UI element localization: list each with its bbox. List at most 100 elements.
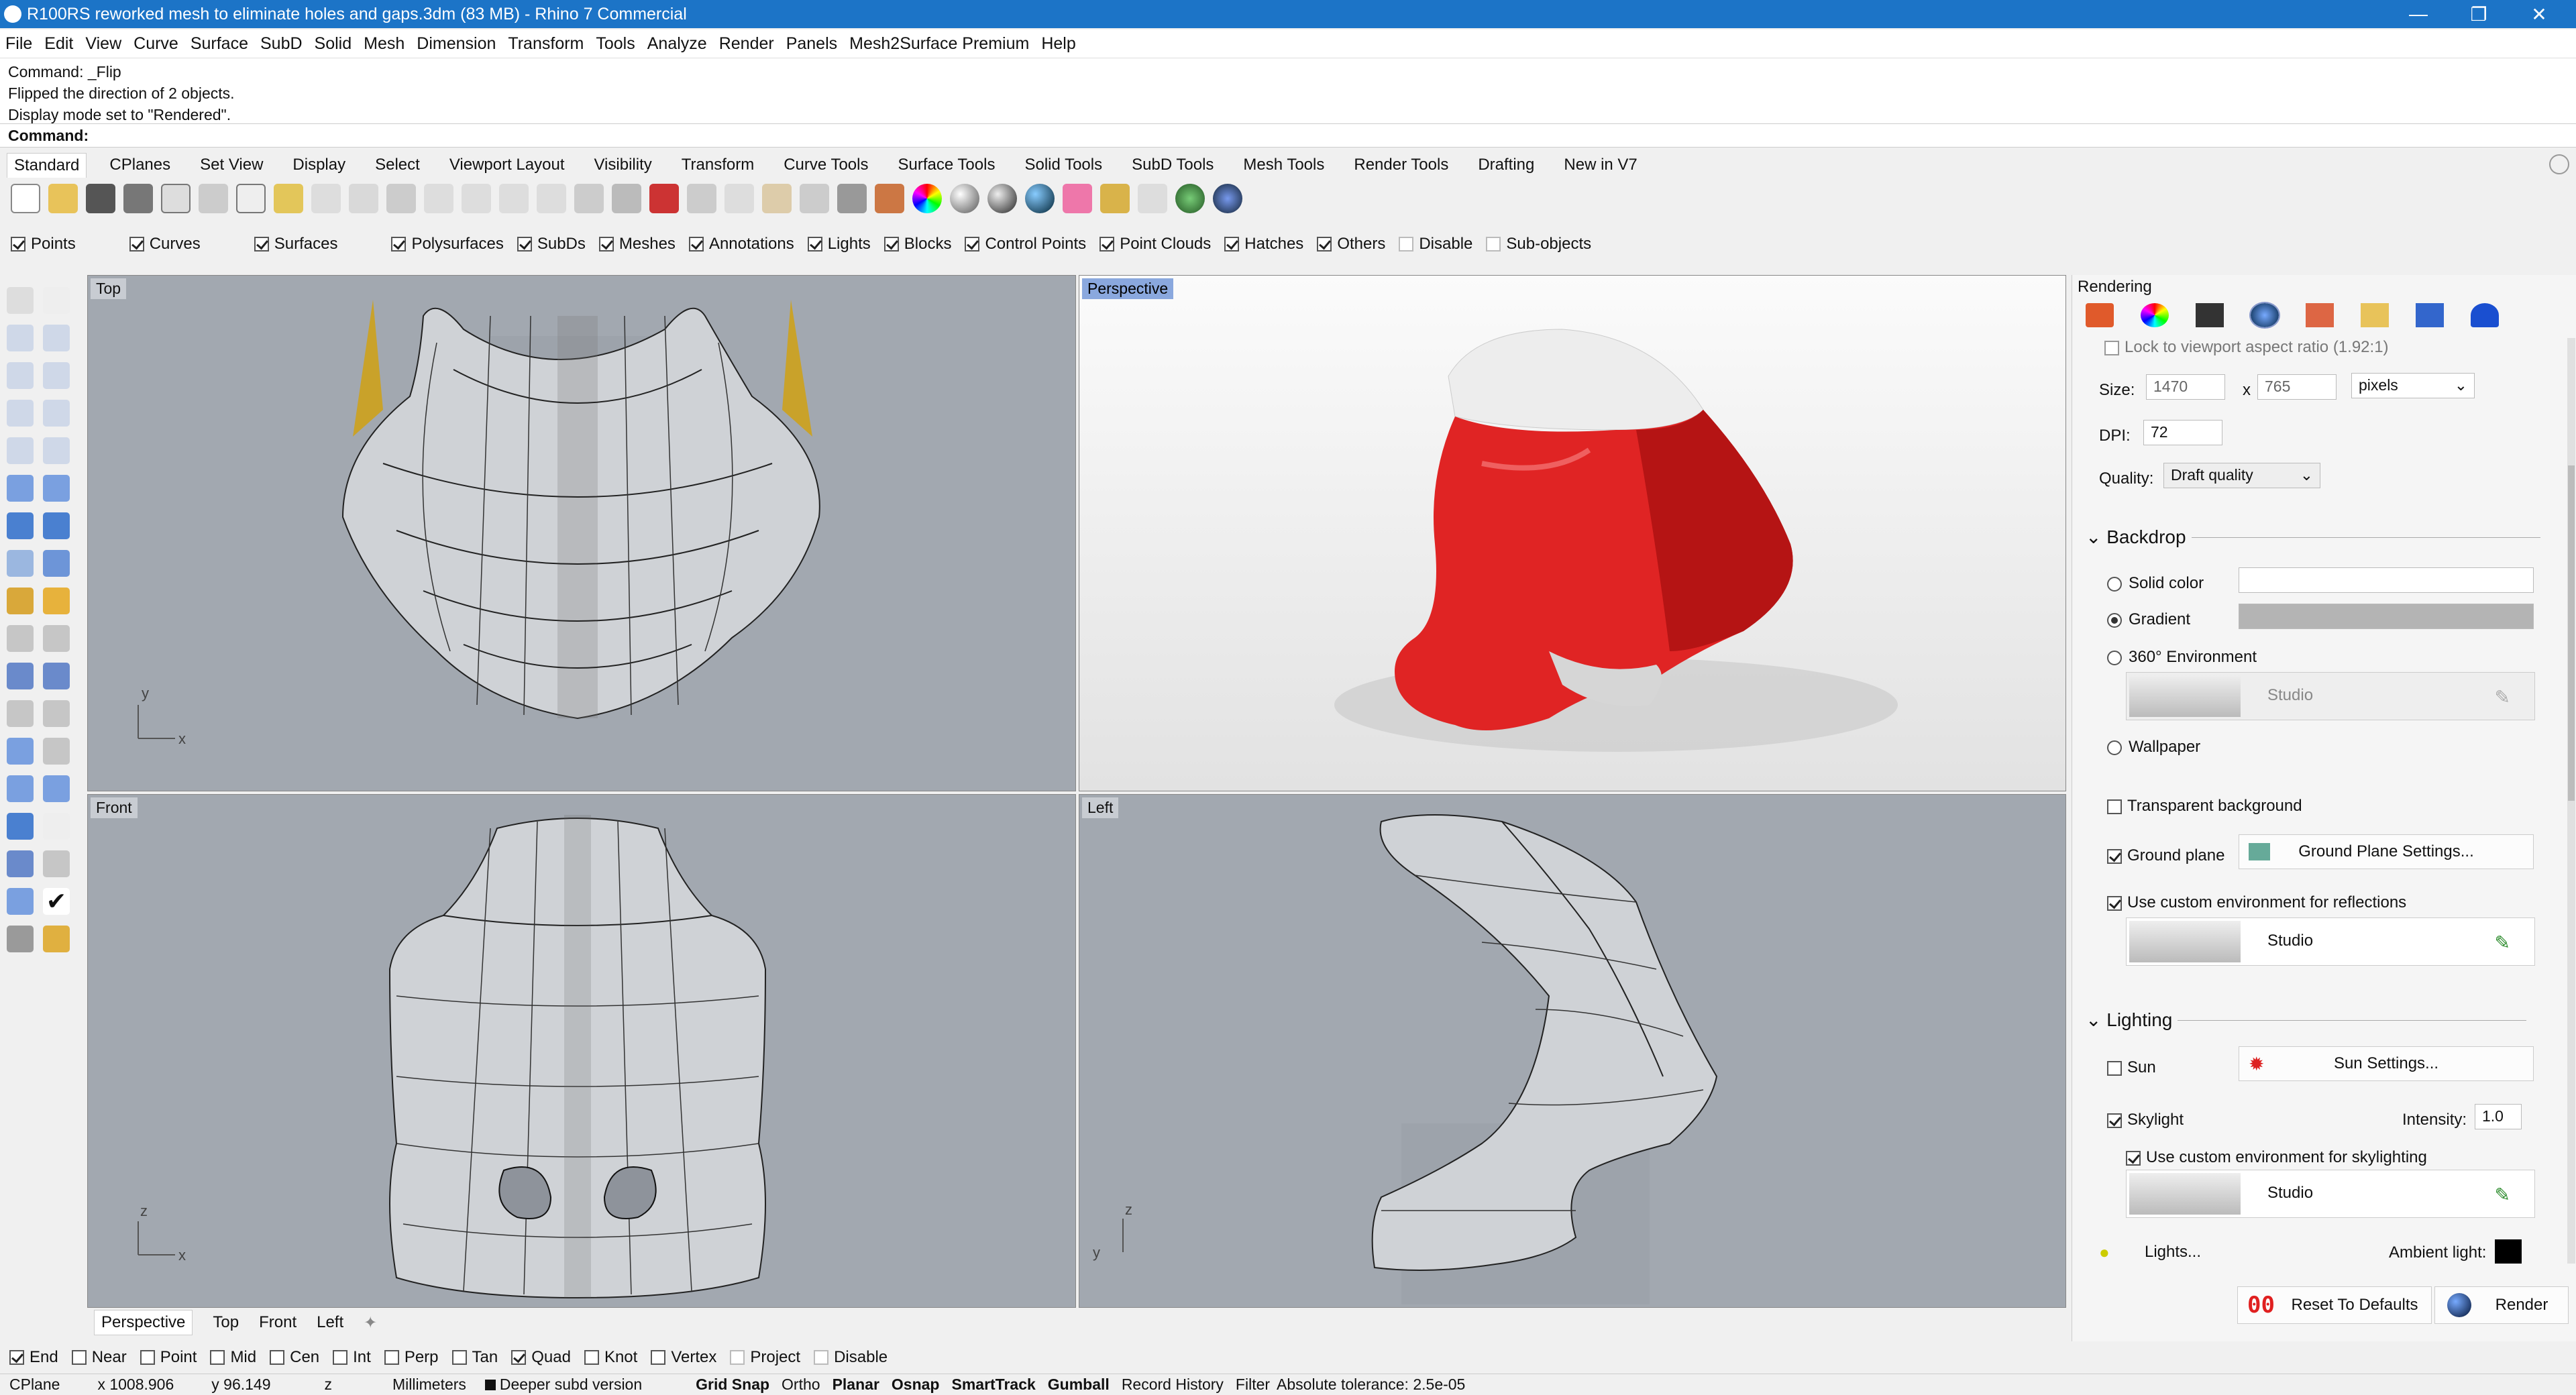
zoom-window-icon[interactable] xyxy=(462,184,491,213)
tab-standard[interactable]: Standard xyxy=(7,152,87,178)
mirror-icon[interactable] xyxy=(43,775,70,802)
custom-env-skylighting-checkbox[interactable]: Use custom environment for skylighting xyxy=(2126,1148,2427,1167)
copy-icon[interactable] xyxy=(236,184,266,213)
select-icon[interactable] xyxy=(762,184,792,213)
osnap-int[interactable]: Int xyxy=(333,1348,371,1367)
named-cplane-icon[interactable] xyxy=(687,184,716,213)
filter-subds[interactable]: SubDs xyxy=(517,235,586,254)
menu-surface[interactable]: Surface xyxy=(191,34,248,54)
reflection-env-selector[interactable]: Studio ✎ xyxy=(2126,917,2535,966)
osnap-project[interactable]: Project xyxy=(730,1348,800,1367)
paste-icon[interactable] xyxy=(274,184,303,213)
sun-checkbox[interactable]: Sun xyxy=(2107,1058,2156,1077)
tab-curve-tools[interactable]: Curve Tools xyxy=(784,156,868,174)
ground-plane-settings-button[interactable]: Ground Plane Settings... xyxy=(2239,834,2534,869)
display-tab-icon[interactable] xyxy=(2196,303,2224,327)
tab-select[interactable]: Select xyxy=(375,156,420,174)
osnap-vertex[interactable]: Vertex xyxy=(651,1348,716,1367)
filter-meshes[interactable]: Meshes xyxy=(598,235,676,254)
options-gear-icon[interactable] xyxy=(1100,184,1130,213)
text-icon[interactable] xyxy=(7,738,34,765)
close-button[interactable]: ✕ xyxy=(2509,0,2569,28)
subd-icon[interactable] xyxy=(7,588,34,614)
toggle-smarttrack[interactable]: SmartTrack xyxy=(951,1376,1035,1394)
toggle-record-history[interactable]: Record History xyxy=(1122,1376,1224,1394)
material-icon[interactable] xyxy=(1063,184,1092,213)
viewport-perspective[interactable]: Perspective xyxy=(1079,275,2066,791)
materials-tab-icon[interactable] xyxy=(2141,303,2169,327)
env360-selector[interactable]: Studio ✎ xyxy=(2126,672,2535,720)
toggle-grid-snap[interactable]: Grid Snap xyxy=(696,1376,769,1394)
group-icon[interactable] xyxy=(7,663,34,689)
new-file-icon[interactable] xyxy=(11,184,40,213)
filter-sub-objects[interactable]: Sub-objects xyxy=(1486,235,1591,254)
rotate-icon[interactable] xyxy=(43,700,70,727)
edit-pencil-icon[interactable]: ✎ xyxy=(2495,1184,2510,1206)
skylight-checkbox[interactable]: Skylight xyxy=(2107,1111,2184,1129)
tab-transform[interactable]: Transform xyxy=(682,156,754,174)
surface-icon[interactable] xyxy=(7,475,34,502)
brush-tab-icon[interactable] xyxy=(2306,303,2334,327)
tab-display[interactable]: Display xyxy=(292,156,345,174)
lock-icon[interactable] xyxy=(837,184,867,213)
quality-dropdown[interactable]: Draft quality ⌄ xyxy=(2163,463,2320,488)
height-input[interactable]: 765 xyxy=(2257,374,2337,400)
menu-render[interactable]: Render xyxy=(719,34,774,54)
menu-edit[interactable]: Edit xyxy=(44,34,73,54)
units-label[interactable]: Millimeters xyxy=(392,1376,466,1394)
boolean-icon[interactable] xyxy=(43,512,70,539)
menu-curve[interactable]: Curve xyxy=(133,34,178,54)
tab-cplanes[interactable]: CPlanes xyxy=(109,156,170,174)
open-folder-icon[interactable] xyxy=(48,184,78,213)
scale-icon[interactable] xyxy=(43,738,70,765)
zoom-selected-icon[interactable] xyxy=(537,184,566,213)
dimension-icon[interactable] xyxy=(1138,184,1167,213)
cylinder-icon[interactable] xyxy=(7,550,34,577)
tab-top[interactable]: Top xyxy=(213,1313,239,1332)
four-viewports-icon[interactable] xyxy=(612,184,641,213)
save-icon[interactable] xyxy=(86,184,115,213)
menu-tools[interactable]: Tools xyxy=(596,34,635,54)
lock-aspect-row[interactable]: Lock to viewport aspect ratio (1.92:1) xyxy=(2104,338,2389,357)
arc-icon[interactable] xyxy=(7,437,34,464)
osnap-perp[interactable]: Perp xyxy=(384,1348,439,1367)
env360-radio[interactable]: 360° Environment xyxy=(2107,648,2257,667)
scrollbar-thumb[interactable] xyxy=(2568,465,2575,801)
skylight-env-selector[interactable]: Studio ✎ xyxy=(2126,1170,2535,1218)
pan-hand-icon[interactable] xyxy=(349,184,378,213)
fillet-curve-icon[interactable] xyxy=(43,437,70,464)
extrude-icon[interactable] xyxy=(43,475,70,502)
filter-polysurfaces[interactable]: Polysurfaces xyxy=(391,235,504,254)
current-layer[interactable]: Deeper subd version xyxy=(500,1376,642,1394)
toggle-ortho[interactable]: Ortho xyxy=(782,1376,820,1394)
web-icon[interactable] xyxy=(1175,184,1205,213)
undo-icon[interactable] xyxy=(311,184,341,213)
lighting-section-header[interactable]: ⌄ Lighting xyxy=(2086,1009,2528,1031)
osnap-near[interactable]: Near xyxy=(71,1348,127,1367)
menu-file[interactable]: File xyxy=(5,34,32,54)
ground-plane-checkbox[interactable]: Ground plane xyxy=(2107,846,2224,865)
box-icon[interactable] xyxy=(7,512,34,539)
trim-icon[interactable] xyxy=(7,625,34,652)
dimension-tool-icon[interactable] xyxy=(43,850,70,877)
menu-view[interactable]: View xyxy=(85,34,121,54)
ellipse-icon[interactable] xyxy=(43,362,70,389)
command-line[interactable]: Command: xyxy=(0,123,2576,148)
intensity-input[interactable]: 1.0 xyxy=(2475,1104,2522,1129)
osnap-disable[interactable]: Disable xyxy=(814,1348,888,1367)
circle-icon[interactable] xyxy=(7,362,34,389)
light-bulb-icon[interactable] xyxy=(800,184,829,213)
tab-front[interactable]: Front xyxy=(259,1313,297,1332)
dpi-input[interactable]: 72 xyxy=(2143,420,2222,445)
osnap-quad[interactable]: Quad xyxy=(511,1348,571,1367)
grid-array-icon[interactable] xyxy=(7,850,34,877)
filter-hatches[interactable]: Hatches xyxy=(1224,235,1303,254)
reset-to-defaults-button[interactable]: 00 Reset To Defaults xyxy=(2237,1286,2432,1324)
filter-curves[interactable]: Curves xyxy=(129,235,201,254)
viewport-title-front[interactable]: Front xyxy=(91,797,138,818)
rectangle-icon[interactable] xyxy=(7,400,34,427)
rendering-tab-icon[interactable] xyxy=(2249,302,2280,329)
analyze-icon[interactable] xyxy=(7,888,34,915)
add-viewport-icon[interactable]: ✦ xyxy=(364,1313,377,1333)
image-tab-icon[interactable] xyxy=(2416,303,2444,327)
